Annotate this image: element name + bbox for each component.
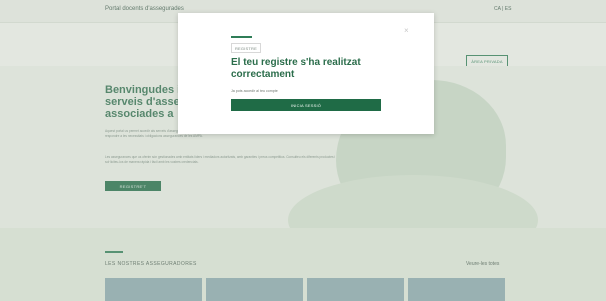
modal-accent-line [231,36,252,38]
modal-label: REGISTRE [231,43,261,53]
close-icon[interactable]: × [404,26,409,35]
login-button[interactable]: INICIA SESSIÓ [231,99,381,111]
modal-title: El teu registre s'ha realitzat correctam… [231,57,361,80]
modal-hint: Ja pots accedir al teu compte [231,89,278,93]
